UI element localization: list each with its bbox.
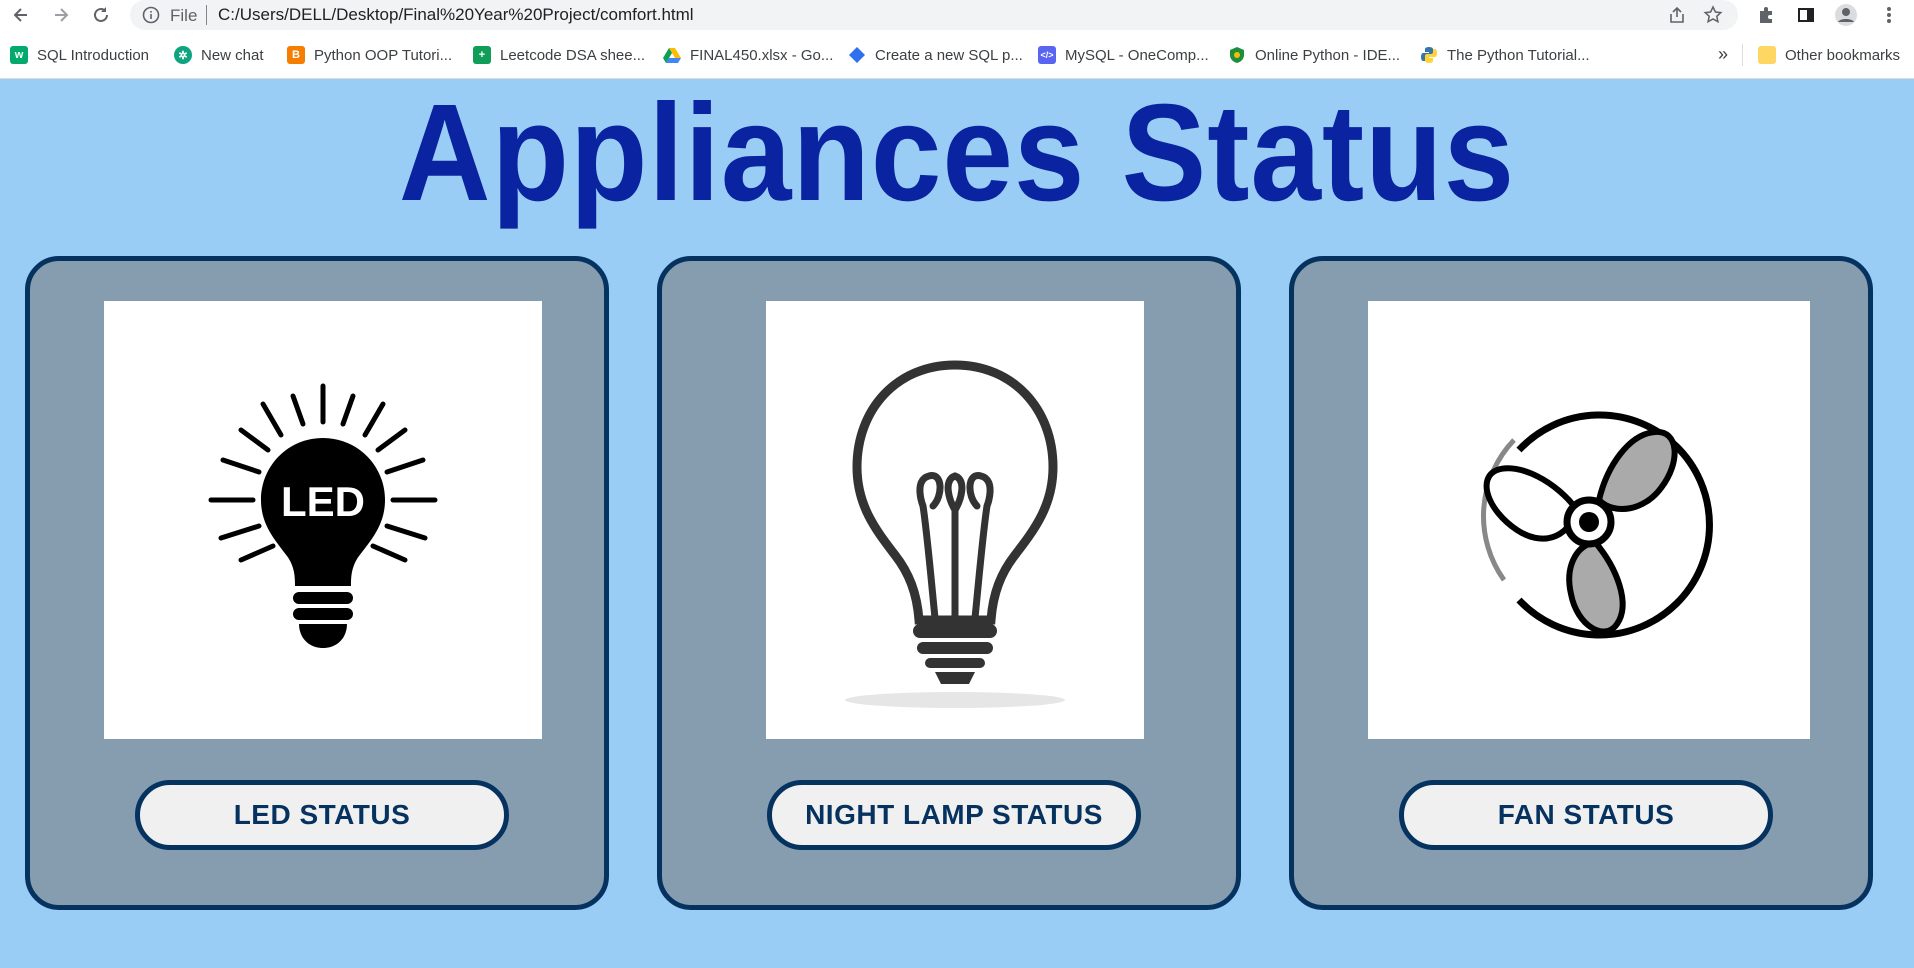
bookmark-label: Create a new SQL p... bbox=[875, 46, 1023, 64]
menu-button[interactable] bbox=[1876, 3, 1902, 27]
chatgpt-icon: ✲ bbox=[174, 46, 192, 64]
night-lamp-image bbox=[766, 301, 1144, 739]
fan-icon bbox=[1480, 411, 1713, 639]
back-arrow-icon bbox=[13, 8, 27, 22]
shield-icon bbox=[1228, 46, 1246, 64]
bookmark-leetcode-sheet[interactable]: + Leetcode DSA shee... bbox=[473, 44, 645, 66]
bookmark-label: SQL Introduction bbox=[37, 46, 150, 64]
share-icon[interactable] bbox=[1666, 5, 1688, 25]
extensions-button[interactable] bbox=[1753, 3, 1779, 27]
bookmark-create-sql[interactable]: Create a new SQL p... bbox=[848, 44, 1023, 66]
address-bar[interactable]: File C:/Users/DELL/Desktop/Final%20Year%… bbox=[130, 0, 1738, 30]
omnibox-divider bbox=[206, 5, 207, 25]
led-status-button[interactable]: LED STATUS bbox=[135, 780, 509, 850]
bookmarks-divider bbox=[1742, 44, 1743, 66]
bookmark-label: Online Python - IDE... bbox=[1255, 46, 1401, 64]
info-icon[interactable] bbox=[142, 6, 160, 24]
bookmark-label: Leetcode DSA shee... bbox=[500, 46, 646, 64]
bookmark-new-chat[interactable]: ✲ New chat bbox=[174, 44, 264, 66]
more-bookmarks-chevron-icon[interactable]: » bbox=[1718, 44, 1728, 65]
light-bulb-icon bbox=[845, 360, 1065, 708]
puzzle-icon bbox=[1760, 7, 1772, 23]
reload-icon bbox=[94, 7, 108, 22]
led-card: LED LED STATUS bbox=[25, 256, 609, 910]
bookmark-online-python[interactable]: Online Python - IDE... bbox=[1228, 44, 1400, 66]
fan-image bbox=[1368, 301, 1810, 739]
folder-icon bbox=[1758, 46, 1776, 64]
bookmark-sql-introduction[interactable]: w SQL Introduction bbox=[10, 44, 149, 66]
kebab-menu-icon bbox=[1887, 7, 1891, 23]
code-icon: </> bbox=[1038, 46, 1056, 64]
drive-icon bbox=[663, 46, 681, 64]
fan-card: FAN STATUS bbox=[1289, 256, 1873, 910]
led-image: LED bbox=[104, 301, 542, 739]
side-panel-button[interactable] bbox=[1793, 3, 1819, 27]
blogger-icon: B bbox=[287, 46, 305, 64]
browser-toolbar: File C:/Users/DELL/Desktop/Final%20Year%… bbox=[0, 0, 1914, 30]
fan-status-button[interactable]: FAN STATUS bbox=[1399, 780, 1773, 850]
bookmark-final450[interactable]: FINAL450.xlsx - Go... bbox=[663, 44, 833, 66]
bookmark-python-oop[interactable]: B Python OOP Tutori... bbox=[287, 44, 452, 66]
bookmark-mysql-onecompiler[interactable]: </> MySQL - OneComp... bbox=[1038, 44, 1209, 66]
back-button[interactable] bbox=[8, 3, 34, 27]
forward-arrow-icon bbox=[55, 8, 69, 22]
python-icon bbox=[1420, 46, 1438, 64]
diamond-icon bbox=[848, 46, 866, 64]
avatar-icon bbox=[1835, 4, 1857, 26]
bookmark-star-icon[interactable] bbox=[1702, 5, 1724, 25]
bookmark-python-tutorial[interactable]: The Python Tutorial... bbox=[1420, 44, 1590, 66]
bookmark-label: Other bookmarks bbox=[1785, 46, 1901, 64]
forward-button[interactable] bbox=[48, 3, 74, 27]
bookmarks-bar: w SQL Introduction ✲ New chat B Python O… bbox=[0, 30, 1914, 79]
led-image-text: LED bbox=[281, 478, 365, 525]
bookmark-label: FINAL450.xlsx - Go... bbox=[690, 46, 834, 64]
bookmark-label: MySQL - OneComp... bbox=[1065, 46, 1209, 64]
night-lamp-card: NIGHT LAMP STATUS bbox=[657, 256, 1241, 910]
sheets-icon: + bbox=[473, 46, 491, 64]
bookmark-label: The Python Tutorial... bbox=[1447, 46, 1590, 64]
profile-button[interactable] bbox=[1833, 3, 1859, 27]
other-bookmarks[interactable]: Other bookmarks bbox=[1758, 44, 1900, 66]
reload-button[interactable] bbox=[88, 3, 114, 27]
side-panel-icon bbox=[1798, 8, 1814, 22]
w3schools-icon: w bbox=[10, 46, 28, 64]
url-text[interactable]: C:/Users/DELL/Desktop/Final%20Year%20Pro… bbox=[218, 5, 694, 25]
bookmark-label: New chat bbox=[201, 46, 264, 64]
page-title: Appliances Status bbox=[398, 76, 1516, 230]
night-lamp-status-button[interactable]: NIGHT LAMP STATUS bbox=[767, 780, 1141, 850]
bookmark-label: Python OOP Tutori... bbox=[314, 46, 453, 64]
led-bulb-icon: LED bbox=[208, 383, 438, 648]
file-scheme-label: File bbox=[170, 6, 198, 25]
